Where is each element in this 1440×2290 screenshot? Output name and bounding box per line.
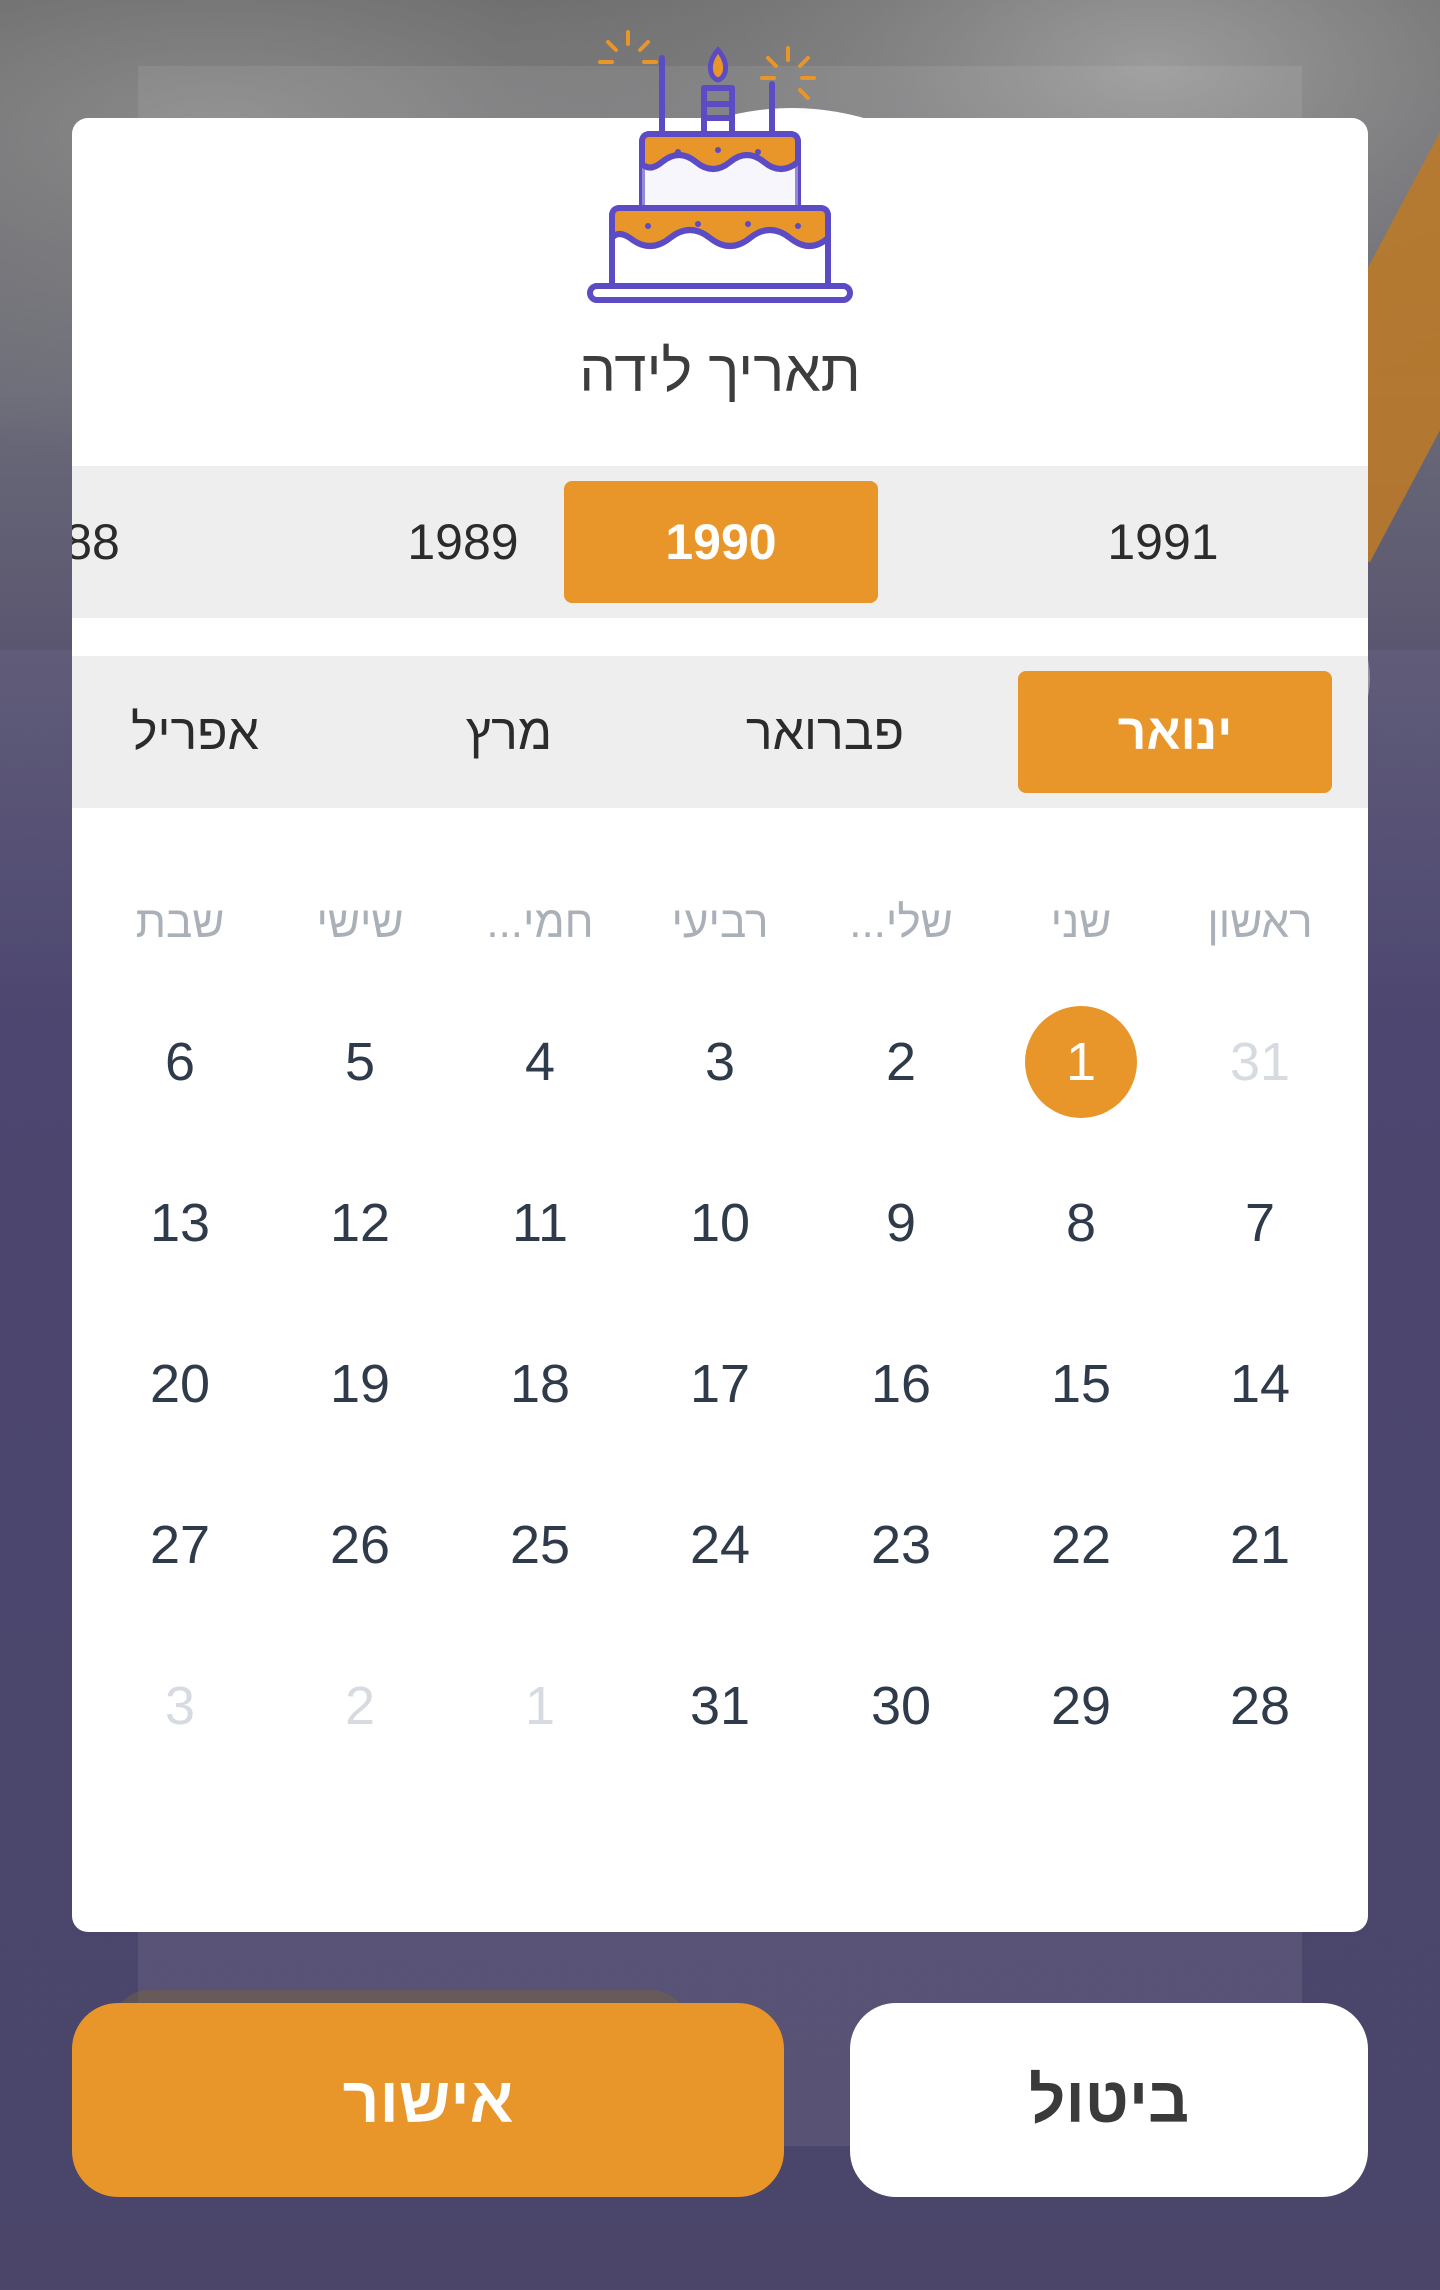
calendar-day[interactable]: 10 [630,1183,810,1263]
year-item[interactable]: 19 [1278,466,1368,618]
calendar-day[interactable]: 14 [1170,1344,1350,1424]
calendar-day[interactable]: 6 [90,1022,270,1102]
calendar-day[interactable]: 2 [270,1666,450,1746]
month-item[interactable]: פברואר [668,656,982,808]
calendar-day[interactable]: 15 [991,1344,1171,1424]
calendar-day[interactable]: 18 [450,1344,630,1424]
weekday-header: שני [1050,898,1112,947]
calendar-day[interactable]: 27 [90,1505,270,1585]
calendar-day[interactable]: 26 [270,1505,450,1585]
calendar-day[interactable]: 21 [1170,1505,1350,1585]
calendar-day[interactable]: 16 [811,1344,991,1424]
calendar-day-selected[interactable]: 1 [991,1006,1171,1118]
year-item[interactable]: 88 [72,466,249,618]
calendar-day[interactable]: 23 [811,1505,991,1585]
calendar-day[interactable]: 8 [991,1183,1171,1263]
weekday-header: חמי... [486,898,594,947]
calendar-day[interactable]: 17 [630,1344,810,1424]
confirm-button[interactable]: אישור [72,2003,784,2197]
weekday-header: שבת [135,898,225,947]
calendar-day[interactable]: 3 [630,1022,810,1102]
calendar-day[interactable]: 24 [630,1505,810,1585]
calendar-day[interactable]: 11 [450,1183,630,1263]
month-item[interactable]: מרץ [352,656,666,808]
calendar-day[interactable]: 4 [450,1022,630,1102]
calendar-day[interactable]: 2 [811,1022,991,1102]
calendar-day[interactable]: 1 [450,1666,630,1746]
calendar-day[interactable]: 31 [630,1666,810,1746]
calendar-day[interactable]: 25 [450,1505,630,1585]
calendar-day[interactable]: 30 [811,1666,991,1746]
month-picker[interactable]: ינואר פברואר מרץ אפריל [72,656,1368,808]
calendar-day[interactable]: 28 [1170,1666,1350,1746]
calendar-day[interactable]: 13 [90,1183,270,1263]
month-item-selected[interactable]: ינואר [1018,656,1332,808]
calendar-day[interactable]: 3 [90,1666,270,1746]
cancel-button[interactable]: ביטול [850,2003,1368,2197]
month-item[interactable]: אפריל [72,656,352,808]
birthday-cake-icon [587,30,853,303]
calendar-day[interactable]: 9 [811,1183,991,1263]
calendar-day[interactable]: 31 [1170,1022,1350,1102]
calendar-day[interactable]: 19 [270,1344,450,1424]
dialog-title: תאריך לידה [579,339,861,404]
year-picker[interactable]: 88 1989 1990 1991 19 [72,466,1368,618]
calendar-day[interactable]: 22 [991,1505,1171,1585]
calendar-day[interactable]: 5 [270,1022,450,1102]
weekday-header: שישי [316,898,404,947]
calendar-day[interactable]: 29 [991,1666,1171,1746]
year-item[interactable]: 1991 [1006,466,1320,618]
weekday-header: ראשון [1207,898,1313,947]
weekday-header: שלי... [849,898,953,947]
calendar-day[interactable]: 7 [1170,1183,1350,1263]
calendar-day[interactable]: 20 [90,1344,270,1424]
calendar-day[interactable]: 12 [270,1183,450,1263]
year-item-selected[interactable]: 1990 [564,466,878,618]
weekday-header: רביעי [671,898,769,947]
